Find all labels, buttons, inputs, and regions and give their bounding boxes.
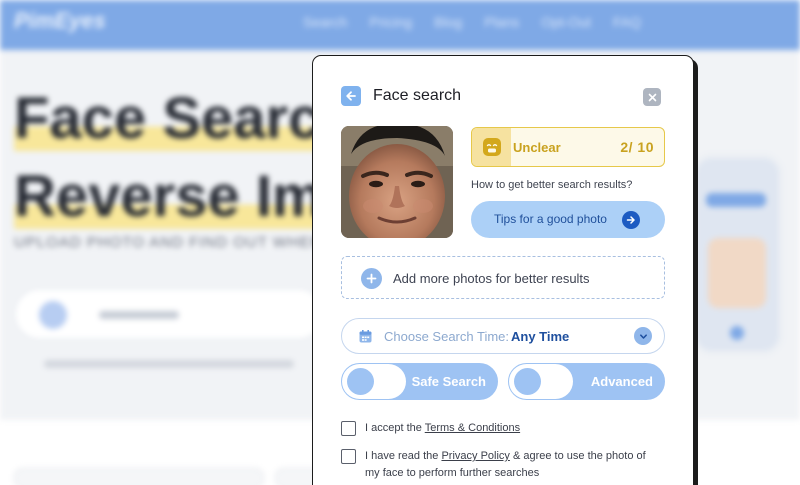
terms-text: I accept the Terms & Conditions (365, 420, 657, 437)
safe-search-toggle[interactable]: Safe Search (341, 363, 498, 400)
modal-title: Face search (373, 87, 462, 104)
plus-icon (361, 268, 382, 289)
nav-link[interactable]: Opt-Out (541, 14, 591, 30)
advanced-label: Advanced (590, 374, 653, 389)
privacy-prefix: I have read the (365, 450, 442, 462)
calendar-icon (358, 329, 373, 349)
tips-button[interactable]: Tips for a good photo (471, 201, 665, 238)
nav-links: Search Pricing Blog Plans Opt-Out FAQ (303, 14, 641, 30)
uploaded-face-photo (341, 126, 453, 238)
face-photo-illustration (341, 126, 453, 238)
phone-picture (708, 238, 766, 308)
close-button[interactable] (643, 88, 661, 106)
hero-subtitle: UPLOAD PHOTO AND FIND OUT WHERE (14, 234, 334, 251)
upload-icon (39, 301, 67, 329)
better-results-hint: How to get better search results? (471, 179, 633, 191)
search-time-select[interactable]: Choose Search Time: Any Time (341, 318, 665, 354)
phone-illustration (690, 152, 785, 357)
face-search-modal: Face search Unclear 2/ 10 How to get bet… (312, 55, 694, 485)
tips-button-label: Tips for a good photo (494, 212, 607, 226)
terms-consent-row: I accept the Terms & Conditions (341, 421, 657, 437)
photo-quality-status: Unclear 2/ 10 (471, 127, 665, 167)
back-button[interactable] (341, 86, 361, 106)
bottom-card (14, 468, 264, 485)
upload-placeholder (99, 311, 179, 319)
add-more-photos-button[interactable]: Add more photos for better results (341, 256, 665, 299)
arrow-right-icon (622, 211, 640, 229)
terms-link[interactable]: Terms & Conditions (425, 422, 520, 434)
terms-prefix: I accept the (365, 422, 425, 434)
nav-link[interactable]: FAQ (613, 14, 641, 30)
toggle-knob (514, 368, 541, 395)
phone-dot (730, 326, 744, 340)
toggle-track (342, 364, 406, 399)
privacy-link[interactable]: Privacy Policy (441, 450, 509, 462)
arrow-left-icon (346, 91, 356, 101)
status-icon-box (472, 128, 511, 166)
modal-header: Face search (341, 86, 461, 106)
site-logo: PimEyes (14, 8, 106, 33)
nav-link[interactable]: Plans (484, 14, 519, 30)
safe-search-label: Safe Search (411, 374, 486, 389)
search-time-value: Any Time (511, 329, 570, 344)
privacy-consent-row: I have read the Privacy Policy & agree t… (341, 449, 657, 482)
nav-link[interactable]: Search (303, 14, 347, 30)
nav-link[interactable]: Pricing (369, 14, 412, 30)
close-icon (648, 93, 656, 101)
phone-bar (706, 193, 766, 207)
nav-link[interactable]: Blog (434, 14, 462, 30)
terms-checkbox[interactable] (341, 421, 356, 436)
privacy-checkbox[interactable] (341, 449, 356, 464)
top-navbar: PimEyes Search Pricing Blog Plans Opt-Ou… (0, 0, 800, 50)
toggle-track (509, 364, 573, 399)
sad-face-icon (482, 138, 501, 156)
search-time-label: Choose Search Time: (384, 329, 510, 344)
quality-score: 2/ 10 (620, 139, 654, 155)
add-more-label: Add more photos for better results (393, 271, 590, 286)
upload-hint (44, 360, 294, 368)
status-label: Unclear (513, 140, 561, 155)
upload-box[interactable] (14, 288, 324, 340)
hero-title-line1: Face Search (14, 86, 356, 151)
advanced-toggle[interactable]: Advanced (508, 363, 665, 400)
privacy-text: I have read the Privacy Policy & agree t… (365, 448, 657, 482)
toggle-knob (347, 368, 374, 395)
chevron-down-icon (634, 327, 652, 345)
